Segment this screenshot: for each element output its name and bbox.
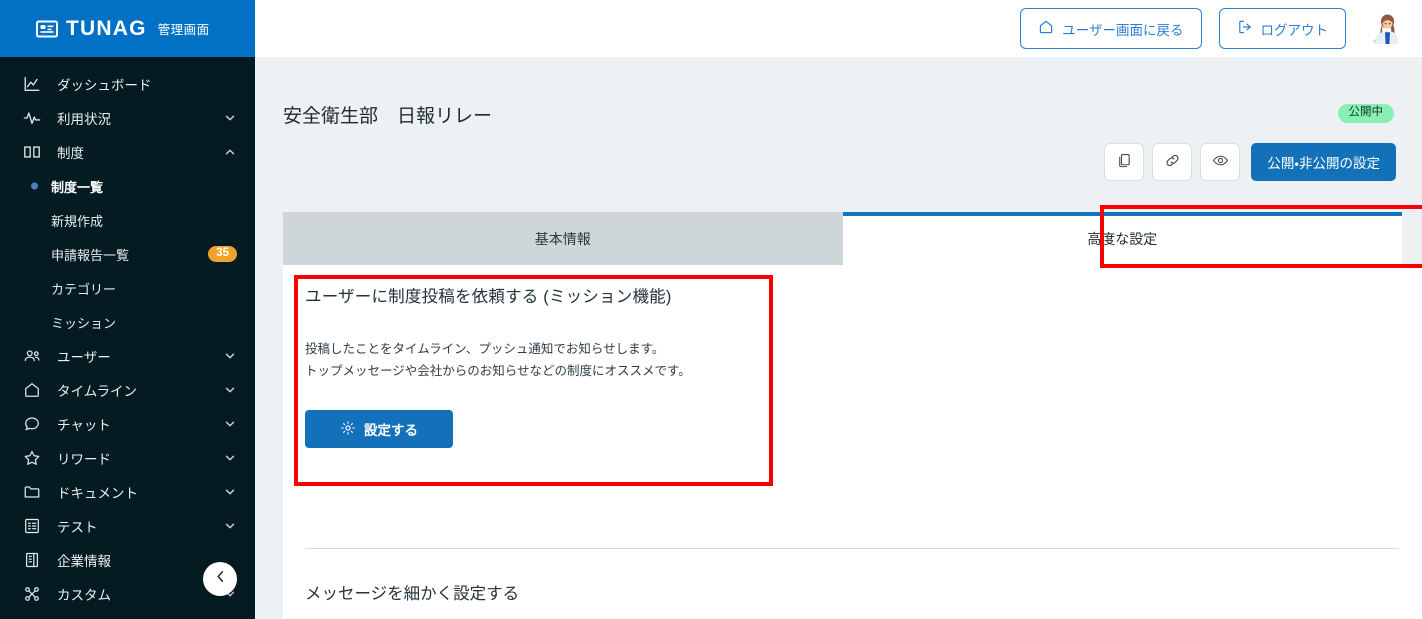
logout-label: ログアウト [1260, 22, 1329, 38]
sidebar-item-label: テスト [57, 520, 98, 535]
mission-card-title: ユーザーに制度投稿を依頼する (ミッション機能) [305, 288, 672, 306]
sidebar-subitem-label: 申請報告一覧 [51, 247, 130, 263]
sidebar-subitem-label: ミッション [51, 315, 117, 331]
sidebar-item-label: 利用状況 [57, 112, 111, 127]
sidebar-item-users[interactable]: ユーザー [0, 339, 255, 373]
sidebar-item-label: 企業情報 [57, 554, 111, 569]
sidebar-item-timeline[interactable]: タイムライン [0, 373, 255, 407]
sidebar-item-label: ユーザー [57, 350, 111, 365]
section-divider [305, 548, 1399, 549]
brand-subtitle: 管理画面 [157, 23, 210, 37]
message-section-title: メッセージを細かく設定する [305, 585, 520, 603]
sidebar-collapse-button[interactable] [203, 562, 237, 596]
brand-name: TUNAG [66, 16, 147, 40]
sidebar-item-new[interactable]: 新規作成 [0, 203, 255, 237]
sidebar-item-label: カスタム [57, 588, 111, 603]
back-to-user-screen-label: ユーザー画面に戻る [1062, 22, 1184, 38]
tab-advanced-settings[interactable]: 高度な設定 [842, 212, 1402, 265]
mission-card-description: 投稿したことをタイムライン、プッシュ通知でお知らせします。 トップメッセージや会… [305, 339, 755, 382]
sidebar-item-label: ドキュメント [57, 486, 138, 501]
status-badge: 公開中 [1337, 104, 1394, 123]
copy-link-button[interactable] [1152, 143, 1193, 181]
sidebar-item-chat[interactable]: チャット [0, 407, 255, 441]
copy-icon [1116, 152, 1133, 172]
sidebar-subitem-label: 制度一覧 [51, 179, 104, 195]
chevron-down-icon[interactable] [223, 383, 237, 397]
sidebar-item-usage[interactable]: 利用状況 [0, 101, 255, 135]
sidebar-item-test[interactable]: テスト [0, 509, 255, 543]
chat-bubble-icon [22, 414, 42, 434]
page-title: 安全衛生部 日報リレー [283, 106, 493, 127]
application-count-badge: 35 [208, 246, 237, 262]
sidebar-subitem-label: 新規作成 [51, 213, 104, 229]
chevron-up-icon[interactable] [223, 145, 237, 159]
sidebar-item-label: タイムライン [57, 384, 138, 399]
sidebar-item-applications[interactable]: 申請報告一覧 35 [0, 237, 255, 271]
publish-settings-button[interactable]: 公開・非公開の設定 [1251, 143, 1396, 181]
sidebar: TUNAG 管理画面 ダッシュボード 利用状況 制度 制度一覧 新規作成 申請報… [0, 0, 255, 619]
home-icon [22, 380, 42, 400]
activity-pulse-icon [22, 108, 42, 128]
sidebar-item-seido[interactable]: 制度 [0, 135, 255, 169]
tunag-logo-icon [36, 19, 58, 39]
logout-icon [1237, 19, 1253, 38]
sidebar-item-category[interactable]: カテゴリー [0, 271, 255, 305]
book-open-icon [22, 142, 42, 162]
sidebar-subitem-label: カテゴリー [51, 281, 117, 297]
brand-logo[interactable]: TUNAG 管理画面 [0, 0, 255, 57]
chart-line-icon [22, 74, 42, 94]
sidebar-item-label: チャット [57, 418, 111, 433]
logout-button[interactable]: ログアウト [1218, 8, 1346, 49]
gear-icon [340, 420, 356, 439]
sidebar-item-document[interactable]: ドキュメント [0, 475, 255, 509]
top-header: ユーザー画面に戻る ログアウト [255, 0, 1422, 57]
home-icon [1038, 19, 1054, 38]
chevron-left-icon [213, 569, 228, 589]
duplicate-button[interactable] [1104, 143, 1145, 181]
sidebar-nav: ダッシュボード 利用状況 制度 制度一覧 新規作成 申請報告一覧 35 カテゴリ… [0, 57, 255, 611]
mission-configure-label: 設定する [364, 423, 418, 438]
mission-desc-line-2: トップメッセージや会社からのお知らせなどの制度にオススメです。 [305, 363, 691, 378]
list-check-icon [22, 516, 42, 536]
preview-button[interactable] [1200, 143, 1241, 181]
scissors-icon [22, 584, 42, 604]
sidebar-item-mission[interactable]: ミッション [0, 305, 255, 339]
sidebar-item-dashboard[interactable]: ダッシュボード [0, 67, 255, 101]
users-icon [22, 346, 42, 366]
settings-tabs: 基本情報 高度な設定 [283, 212, 1402, 265]
active-dot-icon [31, 182, 38, 190]
building-icon [22, 550, 42, 570]
sidebar-item-label: ダッシュボード [57, 78, 152, 93]
folder-icon [22, 482, 42, 502]
chevron-down-icon[interactable] [223, 485, 237, 499]
advanced-settings-panel: ユーザーに制度投稿を依頼する (ミッション機能) 投稿したことをタイムライン、プ… [283, 265, 1422, 619]
chevron-down-icon[interactable] [223, 417, 237, 431]
star-icon [22, 448, 42, 468]
chevron-down-icon[interactable] [223, 111, 237, 125]
mission-desc-line-1: 投稿したことをタイムライン、プッシュ通知でお知らせします。 [305, 342, 665, 356]
sidebar-item-label: リワード [57, 452, 111, 467]
avatar[interactable] [1366, 10, 1404, 48]
app-root: TUNAG 管理画面 ダッシュボード 利用状況 制度 制度一覧 新規作成 申請報… [0, 0, 1422, 619]
sidebar-item-label: 制度 [57, 146, 84, 161]
main-content: 安全衛生部 日報リレー 公開中 公開・非公開の設定 基本情報 高度な設定 ユーザ… [255, 57, 1422, 619]
mission-configure-button[interactable]: 設定する [305, 410, 453, 448]
tab-basic-info[interactable]: 基本情報 [283, 212, 843, 265]
sidebar-item-seido-list[interactable]: 制度一覧 [0, 169, 255, 203]
link-icon [1164, 152, 1181, 172]
eye-icon [1212, 152, 1229, 172]
chevron-down-icon[interactable] [223, 519, 237, 533]
back-to-user-screen-button[interactable]: ユーザー画面に戻る [1020, 8, 1202, 49]
chevron-down-icon[interactable] [223, 451, 237, 465]
chevron-down-icon[interactable] [223, 349, 237, 363]
sidebar-item-reward[interactable]: リワード [0, 441, 255, 475]
page-action-row: 公開・非公開の設定 [1104, 143, 1396, 181]
mission-feature-card: ユーザーに制度投稿を依頼する (ミッション機能) 投稿したことをタイムライン、プ… [305, 283, 755, 448]
